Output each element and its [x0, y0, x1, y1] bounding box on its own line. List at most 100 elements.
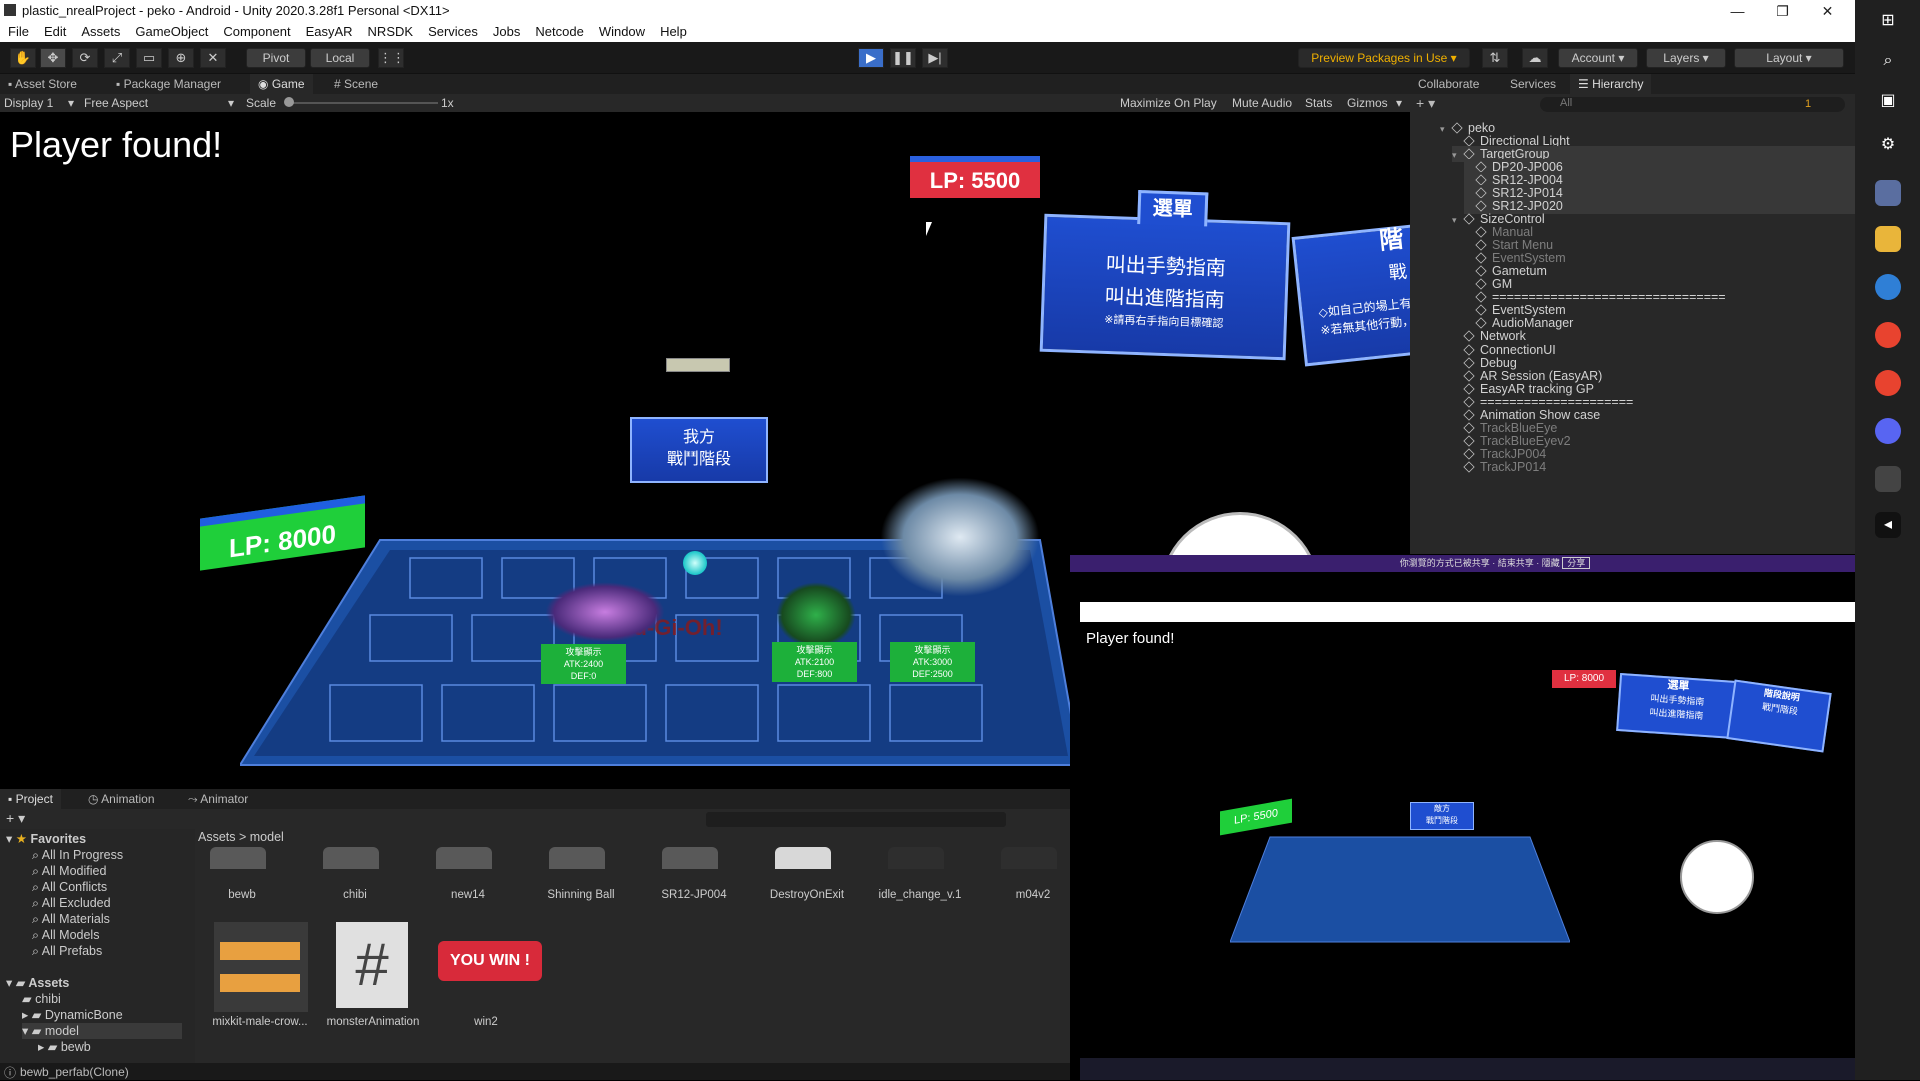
remote-app-icon[interactable] — [1875, 180, 1901, 206]
favorite-item[interactable]: ⌕ All Modified — [32, 863, 106, 879]
play-button[interactable]: ▶ — [858, 48, 884, 68]
project-search-input[interactable] — [706, 812, 1006, 827]
asset-item-label[interactable]: SR12-JP004 — [642, 889, 746, 901]
share-banner-button[interactable]: 分享 — [1562, 557, 1591, 569]
asset-item-label[interactable]: Shinning Ball — [529, 889, 633, 901]
expand-arrow-icon[interactable]: ▾ — [1452, 212, 1464, 228]
menu-easyar[interactable]: EasyAR — [298, 22, 360, 39]
audio-clip-thumb[interactable] — [214, 922, 308, 1012]
step-button[interactable]: ▶| — [922, 48, 948, 68]
favorite-item[interactable]: ⌕ All In Progress — [32, 847, 123, 863]
asset-item-label[interactable]: DestroyOnExit — [755, 889, 859, 901]
favorite-item[interactable]: ⌕ All Excluded — [32, 895, 111, 911]
asset-item-label[interactable]: monsterAnimation — [321, 1016, 425, 1028]
asset-thumbnail[interactable] — [775, 847, 831, 869]
asset-thumbnail[interactable] — [210, 847, 266, 869]
favorite-item[interactable]: ⌕ All Materials — [32, 911, 110, 927]
menu-edit[interactable]: Edit — [36, 22, 73, 39]
asset-thumbnail[interactable] — [888, 847, 944, 869]
expand-arrow-icon[interactable]: ▾ — [1440, 121, 1452, 137]
hand-tool-icon[interactable]: ✋ — [10, 48, 36, 68]
transform-tool-icon[interactable]: ⊕ — [168, 48, 194, 68]
menu-help[interactable]: Help — [652, 22, 694, 39]
aspect-dropdown[interactable]: Free Aspect — [84, 96, 148, 110]
create-asset-button[interactable]: + ▾ — [6, 810, 25, 827]
menu-jobs[interactable]: Jobs — [485, 22, 527, 39]
close-button[interactable]: ✕ — [1805, 0, 1850, 22]
asset-item-label[interactable]: idle_change_v.1 — [868, 889, 972, 901]
asset-item-label[interactable]: new14 — [416, 889, 520, 901]
hierarchy-search-input[interactable]: All — [1540, 97, 1845, 112]
asset-item-label[interactable]: mixkit-male-crow... — [208, 1016, 312, 1028]
chrome-icon[interactable] — [1875, 322, 1901, 348]
search-icon[interactable]: ⌕ — [1875, 48, 1901, 74]
rotate-tool-icon[interactable]: ⟳ — [72, 48, 98, 68]
unity-hub-icon[interactable] — [1875, 466, 1901, 492]
gear-icon[interactable]: ⚙ — [1875, 132, 1901, 158]
tab-collaborate[interactable]: Collaborate — [1410, 74, 1487, 94]
tree-item-dynamicbone[interactable]: ▸ ▰ DynamicBone — [22, 1007, 123, 1023]
menu-file[interactable]: File — [0, 22, 36, 39]
stats-toggle[interactable]: Stats — [1305, 96, 1332, 110]
tree-item-model[interactable]: ▾ ▰ model — [22, 1023, 182, 1039]
tree-item-bewb[interactable]: ▸ ▰ bewb — [38, 1039, 91, 1055]
favorite-item[interactable]: ⌕ All Conflicts — [32, 879, 107, 895]
asset-thumbnail[interactable] — [662, 847, 718, 869]
menu-panel[interactable]: 選單 叫出手勢指南 叫出進階指南 ※請再右手指向目標確認 — [1039, 190, 1291, 361]
pause-button[interactable]: ❚❚ — [890, 48, 916, 68]
assets-header[interactable]: ▾ ▰ Assets — [6, 975, 69, 990]
menu-gameobject[interactable]: GameObject — [127, 22, 215, 39]
favorite-item[interactable]: ⌕ All Models — [32, 927, 99, 943]
custom-tool-icon[interactable]: ✕ — [200, 48, 226, 68]
asset-item-label[interactable]: chibi — [303, 889, 407, 901]
breadcrumb-assets[interactable]: Assets — [198, 830, 236, 844]
tab-hierarchy[interactable]: ☰ Hierarchy — [1570, 74, 1652, 94]
grid-snap-icon[interactable]: ⋮⋮ — [378, 48, 405, 68]
mute-audio-toggle[interactable]: Mute Audio — [1232, 96, 1292, 110]
task-view-icon[interactable]: ▣ — [1875, 88, 1901, 114]
pivot-toggle[interactable]: Pivot — [246, 48, 306, 68]
asset-thumbnail[interactable] — [436, 847, 492, 869]
scale-tool-icon[interactable]: ⤢ — [104, 48, 130, 68]
menu-services[interactable]: Services — [420, 22, 485, 39]
discord-icon[interactable] — [1875, 418, 1901, 444]
phase-guide-panel[interactable]: 階 戰 ◇如自己的場上有 ※若無其他行動， — [1291, 223, 1410, 367]
unity-editor-icon[interactable]: ◂ — [1875, 512, 1901, 538]
breadcrumb-model[interactable]: model — [250, 830, 284, 844]
tab-project[interactable]: ▪ Project — [0, 789, 61, 809]
move-tool-icon[interactable]: ✥ — [40, 48, 66, 68]
tab-animation[interactable]: ◷ Animation — [80, 789, 163, 809]
collab-icon[interactable]: ⇅ — [1482, 48, 1508, 68]
tab-asset-store[interactable]: ▪ Asset Store — [0, 74, 85, 94]
expand-arrow-icon[interactable]: ▾ — [1452, 147, 1464, 163]
scale-slider[interactable] — [288, 102, 438, 104]
hierarchy-row[interactable]: TrackJP014 — [1452, 459, 1855, 475]
maximize-on-play-toggle[interactable]: Maximize On Play — [1120, 96, 1217, 110]
script-hash-icon[interactable]: # — [336, 922, 408, 1008]
menu-window[interactable]: Window — [591, 22, 652, 39]
favorites-header[interactable]: ▾ ★ Favorites — [6, 831, 86, 846]
asset-thumbnail[interactable] — [323, 847, 379, 869]
win-image-thumb[interactable]: YOU WIN ! — [438, 941, 542, 981]
tab-package-manager[interactable]: ▪ Package Manager — [108, 74, 229, 94]
menu-netcode[interactable]: Netcode — [527, 22, 590, 39]
preview-packages-dropdown[interactable]: Preview Packages in Use ▾ — [1298, 48, 1470, 68]
tab-animator[interactable]: ⤳ Animator — [180, 789, 256, 809]
favorite-item[interactable]: ⌕ All Prefabs — [32, 943, 102, 959]
layers-dropdown[interactable]: Layers ▾ — [1646, 48, 1726, 68]
menu-component[interactable]: Component — [215, 22, 297, 39]
asset-item-label[interactable]: bewb — [190, 889, 294, 901]
menu-nrsdk[interactable]: NRSDK — [360, 22, 421, 39]
account-dropdown[interactable]: Account ▾ — [1558, 48, 1638, 68]
tab-services[interactable]: Services — [1502, 74, 1564, 94]
asset-item-label[interactable]: win2 — [434, 1016, 538, 1028]
layout-dropdown[interactable]: Layout ▾ — [1734, 48, 1844, 68]
add-object-button[interactable]: + ▾ — [1416, 95, 1435, 112]
tab-game[interactable]: ◉ Game — [250, 74, 313, 94]
asset-item-label[interactable]: m04v2 — [981, 889, 1085, 901]
edge-icon[interactable] — [1875, 274, 1901, 300]
maximize-button[interactable]: ❐ — [1760, 0, 1805, 22]
local-toggle[interactable]: Local — [310, 48, 370, 68]
scale-slider-thumb[interactable] — [284, 97, 294, 107]
folder-icon[interactable] — [1875, 226, 1901, 252]
